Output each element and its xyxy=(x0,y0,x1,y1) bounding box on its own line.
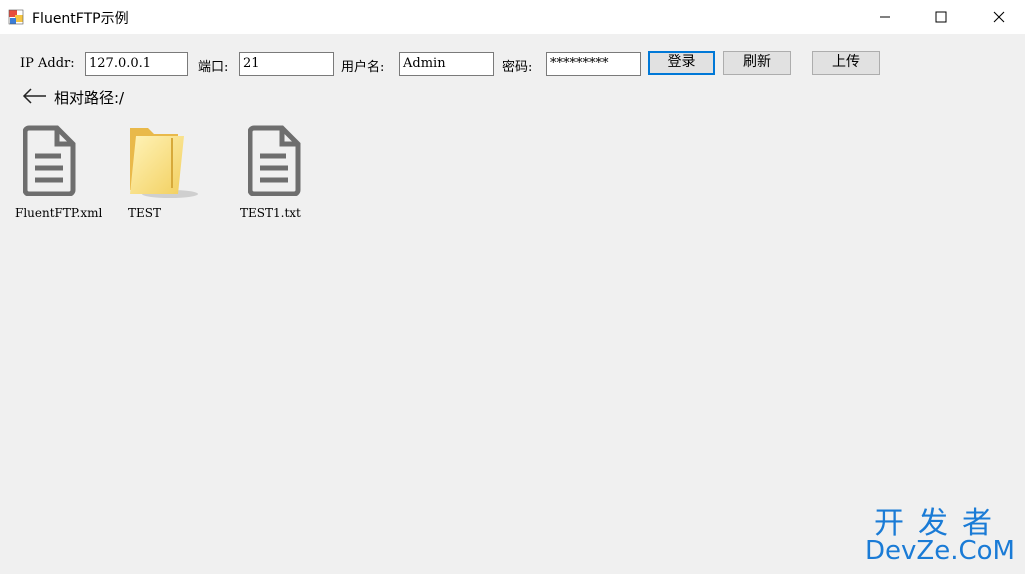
maximize-icon xyxy=(935,11,947,23)
port-label: 端口: xyxy=(198,60,229,75)
refresh-button[interactable]: 刷新 xyxy=(723,51,791,75)
ip-label: IP Addr: xyxy=(20,56,75,71)
minimize-button[interactable] xyxy=(862,0,908,34)
maximize-button[interactable] xyxy=(918,0,964,34)
close-icon xyxy=(993,11,1005,23)
minimize-icon xyxy=(880,16,890,18)
file-item[interactable]: TEST xyxy=(120,124,220,224)
file-item[interactable]: FluentFTP.xml xyxy=(10,124,110,224)
document-icon xyxy=(22,124,79,200)
username-label: 用户名: xyxy=(341,60,385,75)
password-label: 密码: xyxy=(502,60,533,75)
path-label: 相对路径:/ xyxy=(54,89,125,107)
login-button[interactable]: 登录 xyxy=(648,51,715,75)
watermark-line2: DevZe.CoM xyxy=(865,536,1015,566)
watermark: 开发者 DevZe.CoM xyxy=(865,498,1015,566)
document-icon xyxy=(247,124,304,200)
password-input[interactable]: ********* xyxy=(546,52,641,76)
username-input[interactable]: Admin xyxy=(399,52,494,76)
arrow-left-icon[interactable] xyxy=(22,88,48,108)
port-input[interactable]: 21 xyxy=(239,52,334,76)
ip-input[interactable]: 127.0.0.1 xyxy=(85,52,188,76)
close-button[interactable] xyxy=(976,0,1022,34)
file-name: FluentFTP.xml xyxy=(15,206,103,220)
folder-icon xyxy=(126,124,202,204)
file-item[interactable]: TEST1.txt xyxy=(237,124,337,224)
file-name: TEST xyxy=(128,206,161,220)
file-name: TEST1.txt xyxy=(240,206,301,220)
app-window-icon[interactable] xyxy=(8,9,24,25)
title-bar: FluentFTP示例 xyxy=(0,0,1025,34)
upload-button[interactable]: 上传 xyxy=(812,51,880,75)
window-title: FluentFTP示例 xyxy=(32,11,129,27)
